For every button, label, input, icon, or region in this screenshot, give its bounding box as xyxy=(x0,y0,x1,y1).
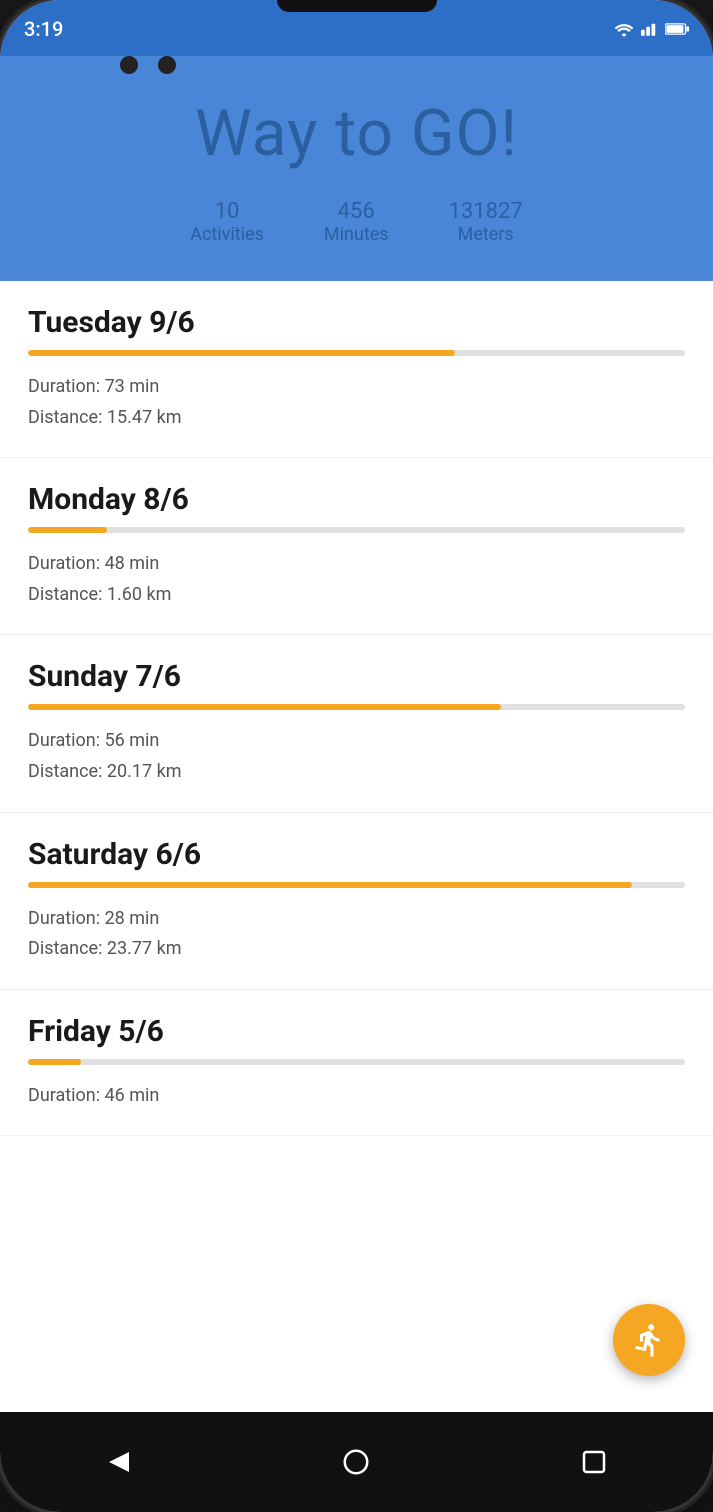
stat-meters-label: Meters xyxy=(458,224,514,245)
activity-item-monday[interactable]: Monday 8/6 Duration: 48 min Distance: 1.… xyxy=(0,458,713,635)
progress-fill-saturday xyxy=(28,882,632,888)
progress-bar-tuesday xyxy=(28,350,685,356)
activity-item-friday[interactable]: Friday 5/6 Duration: 46 min xyxy=(0,990,713,1137)
progress-fill-sunday xyxy=(28,704,501,710)
phone-screen: 3:19 W xyxy=(0,0,713,1512)
progress-bar-friday xyxy=(28,1059,685,1065)
activity-item-sunday[interactable]: Sunday 7/6 Duration: 56 min Distance: 20… xyxy=(0,635,713,812)
activity-day: Tuesday 9/6 xyxy=(28,305,685,340)
add-activity-fab[interactable] xyxy=(613,1304,685,1376)
activity-detail-sunday: Duration: 56 min Distance: 20.17 km xyxy=(28,726,685,787)
activity-detail-saturday: Duration: 28 min Distance: 23.77 km xyxy=(28,904,685,965)
battery-icon xyxy=(665,22,689,36)
activity-detail-tuesday: Duration: 73 min Distance: 15.47 km xyxy=(28,372,685,433)
stat-activities-value: 10 xyxy=(190,199,264,224)
phone-frame: 3:19 W xyxy=(0,0,713,1512)
distance-saturday: Distance: 23.77 km xyxy=(28,938,181,959)
progress-bar-sunday xyxy=(28,704,685,710)
activity-day: Saturday 6/6 xyxy=(28,837,685,872)
wifi-icon xyxy=(613,21,635,37)
activity-item-tuesday[interactable]: Tuesday 9/6 Duration: 73 min Distance: 1… xyxy=(0,281,713,458)
activity-detail-friday: Duration: 46 min xyxy=(28,1081,685,1112)
signal-icon xyxy=(641,21,659,37)
camera-right xyxy=(158,56,176,74)
nav-recents-button[interactable] xyxy=(564,1432,624,1492)
runner-icon xyxy=(631,1322,667,1358)
progress-bar-saturday xyxy=(28,882,685,888)
activity-day: Monday 8/6 xyxy=(28,482,685,517)
progress-fill-monday xyxy=(28,527,107,533)
status-icons xyxy=(613,21,689,37)
status-time: 3:19 xyxy=(24,17,63,41)
duration-tuesday: Duration: 73 min xyxy=(28,376,159,397)
header-title: Way to GO! xyxy=(24,96,689,171)
recents-icon xyxy=(579,1447,609,1477)
progress-fill-friday xyxy=(28,1059,81,1065)
stat-meters: 131827 Meters xyxy=(449,199,523,245)
stat-minutes: 456 Minutes xyxy=(324,199,389,245)
stat-minutes-label: Minutes xyxy=(324,224,389,245)
stat-meters-value: 131827 xyxy=(449,199,523,224)
nav-home-button[interactable] xyxy=(326,1432,386,1492)
duration-monday: Duration: 48 min xyxy=(28,553,159,574)
top-notch xyxy=(277,0,437,12)
distance-tuesday: Distance: 15.47 km xyxy=(28,407,181,428)
progress-bar-monday xyxy=(28,527,685,533)
stat-activities-label: Activities xyxy=(190,224,264,245)
home-icon xyxy=(341,1447,371,1477)
nav-back-button[interactable] xyxy=(89,1432,149,1492)
duration-saturday: Duration: 28 min xyxy=(28,908,159,929)
activity-detail-monday: Duration: 48 min Distance: 1.60 km xyxy=(28,549,685,610)
activity-day: Sunday 7/6 xyxy=(28,659,685,694)
distance-monday: Distance: 1.60 km xyxy=(28,584,171,605)
duration-sunday: Duration: 56 min xyxy=(28,730,159,751)
nav-bar xyxy=(0,1412,713,1512)
activities-list: Tuesday 9/6 Duration: 73 min Distance: 1… xyxy=(0,281,713,1412)
progress-fill-tuesday xyxy=(28,350,455,356)
stat-activities: 10 Activities xyxy=(190,199,264,245)
distance-sunday: Distance: 20.17 km xyxy=(28,761,181,782)
duration-friday: Duration: 46 min xyxy=(28,1085,159,1106)
app-header: Way to GO! 10 Activities 456 Minutes 131… xyxy=(0,56,713,281)
stat-minutes-value: 456 xyxy=(324,199,389,224)
activity-day: Friday 5/6 xyxy=(28,1014,685,1049)
activity-item-saturday[interactable]: Saturday 6/6 Duration: 28 min Distance: … xyxy=(0,813,713,990)
back-icon xyxy=(104,1447,134,1477)
header-stats: 10 Activities 456 Minutes 131827 Meters xyxy=(24,199,689,245)
camera-left xyxy=(120,56,138,74)
